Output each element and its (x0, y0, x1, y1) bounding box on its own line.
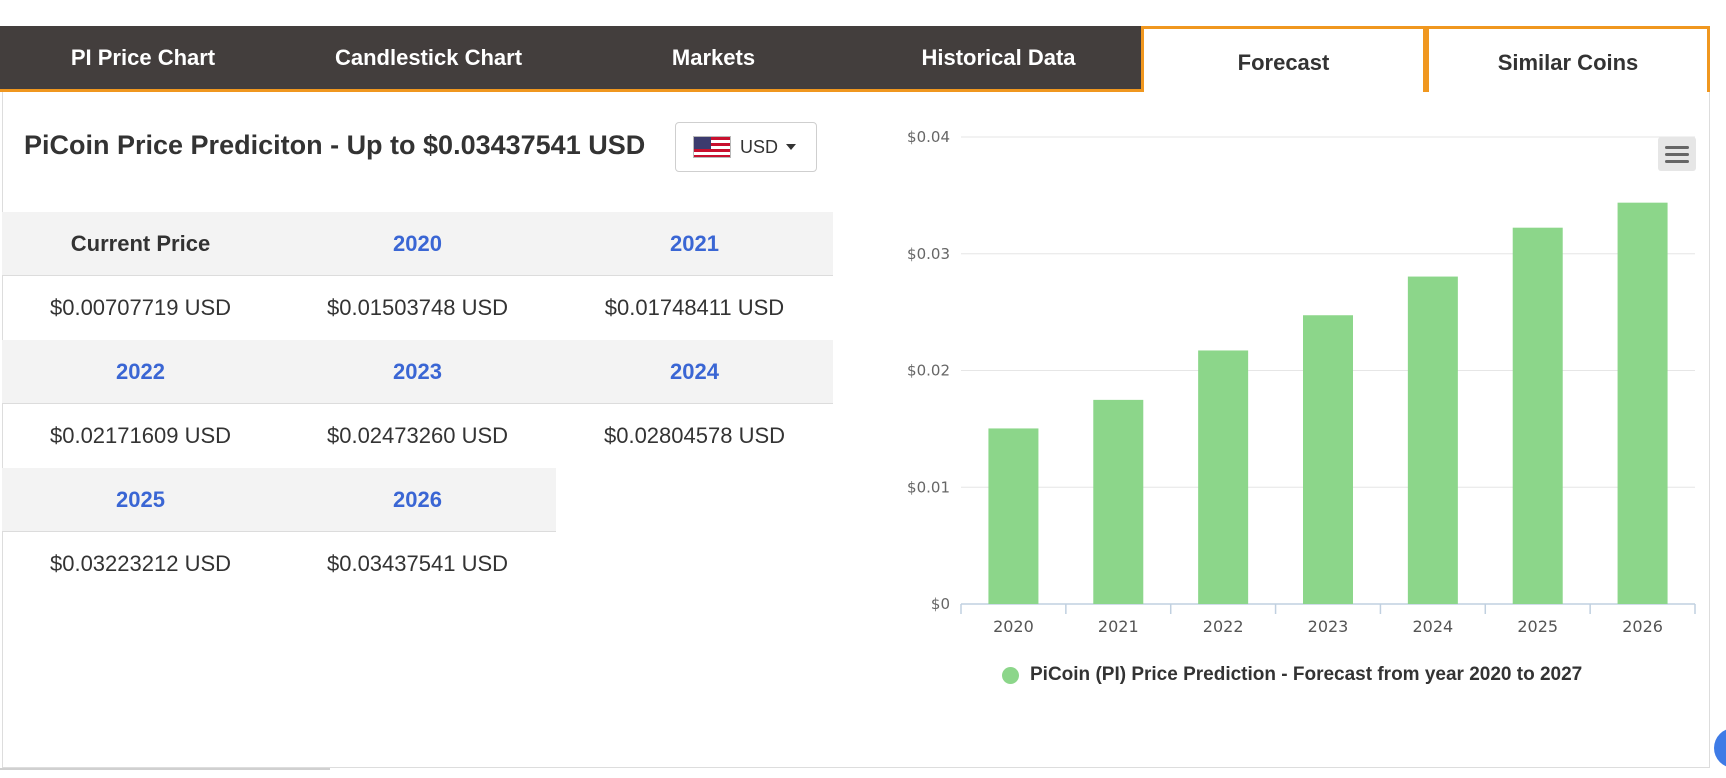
table-header: 2025 (116, 487, 165, 512)
y-tick-label: $0.02 (907, 362, 950, 380)
legend-marker-icon (1002, 666, 1019, 684)
table-header: Current Price (70, 231, 211, 256)
forecast-bar-chart: $0 $0.01 $0.02 $0.03 $0.04 2020 2021 2022 2023 20… (907, 128, 1696, 636)
table-header: 2022 (116, 359, 165, 384)
table-cell: $0.00707719 USD (49, 295, 232, 320)
table-header-row: 2025 2026 (2, 468, 556, 532)
chevron-down-icon (786, 144, 797, 150)
table-cell: $0.03437541 USD (326, 551, 509, 576)
x-tick-label: 2025 (1517, 617, 1558, 636)
currency-label: USD (740, 136, 779, 157)
x-tick-label: 2024 (1412, 617, 1453, 636)
table-row: $0.00707719 USD $0.01503748 USD $0.01748… (2, 276, 833, 340)
table-cell: $0.01748411 USD (604, 295, 785, 320)
x-tick-label: 2023 (1308, 617, 1349, 636)
currency-dropdown[interactable]: USD (675, 122, 817, 172)
chart-bar (1617, 202, 1668, 604)
tab-candlestick-chart[interactable]: Candlestick Chart (286, 26, 571, 92)
tab-pi-price-chart[interactable]: PI Price Chart (0, 26, 286, 92)
table-header: 2026 (393, 487, 442, 512)
x-tick-label: 2022 (1203, 617, 1244, 636)
table-row: $0.03223212 USD $0.03437541 USD (2, 532, 556, 596)
chat-widget-button[interactable] (1714, 728, 1726, 768)
chart-menu-icon[interactable] (1658, 137, 1696, 171)
table-header: 2021 (670, 231, 719, 256)
chart-bar (1512, 227, 1563, 604)
page-title: PiCoin Price Prediciton - Up to $0.03437… (24, 130, 646, 160)
x-tick-label: 2020 (993, 617, 1034, 636)
us-flag-icon (693, 136, 731, 158)
chart-bar (988, 428, 1039, 604)
y-tick-label: $0.01 (907, 478, 950, 496)
y-tick-label: $0.04 (907, 128, 950, 146)
y-tick-label: $0.03 (907, 245, 950, 263)
table-header: 2023 (393, 359, 442, 384)
chart-bar (1093, 399, 1144, 604)
tab-historical-data[interactable]: Historical Data (856, 26, 1141, 92)
y-tick-label: $0 (931, 595, 950, 613)
table-cell: $0.02473260 USD (326, 423, 509, 448)
tab-forecast[interactable]: Forecast (1141, 26, 1426, 92)
table-cell: $0.01503748 USD (326, 295, 509, 320)
chart-bar (1303, 315, 1353, 604)
chart-bar (1407, 276, 1458, 604)
table-cell: $0.02171609 USD (49, 423, 232, 448)
table-cell: $0.02804578 USD (603, 423, 786, 448)
tab-bar: PI Price Chart Candlestick Chart Markets… (0, 26, 1710, 92)
x-tick-label: 2021 (1098, 617, 1139, 636)
table-header: 2020 (393, 231, 442, 256)
table-header: 2024 (670, 359, 719, 384)
x-tick-label: 2026 (1622, 617, 1663, 636)
chart-legend-item[interactable]: PiCoin (PI) Price Prediction - Forecast … (1002, 664, 1582, 686)
tab-similar-coins[interactable]: Similar Coins (1426, 26, 1710, 92)
legend-label: PiCoin (PI) Price Prediction - Forecast … (1030, 664, 1583, 685)
table-row: $0.02171609 USD $0.02473260 USD $0.02804… (2, 404, 833, 468)
table-header-row: 2022 2023 2024 (2, 340, 833, 404)
table-header-row: Current Price 2020 2021 (2, 212, 833, 276)
horizontal-scrollbar[interactable] (0, 768, 330, 770)
chart-bar (1198, 350, 1249, 604)
tab-markets[interactable]: Markets (571, 26, 856, 92)
table-cell: $0.03223212 USD (49, 551, 232, 576)
